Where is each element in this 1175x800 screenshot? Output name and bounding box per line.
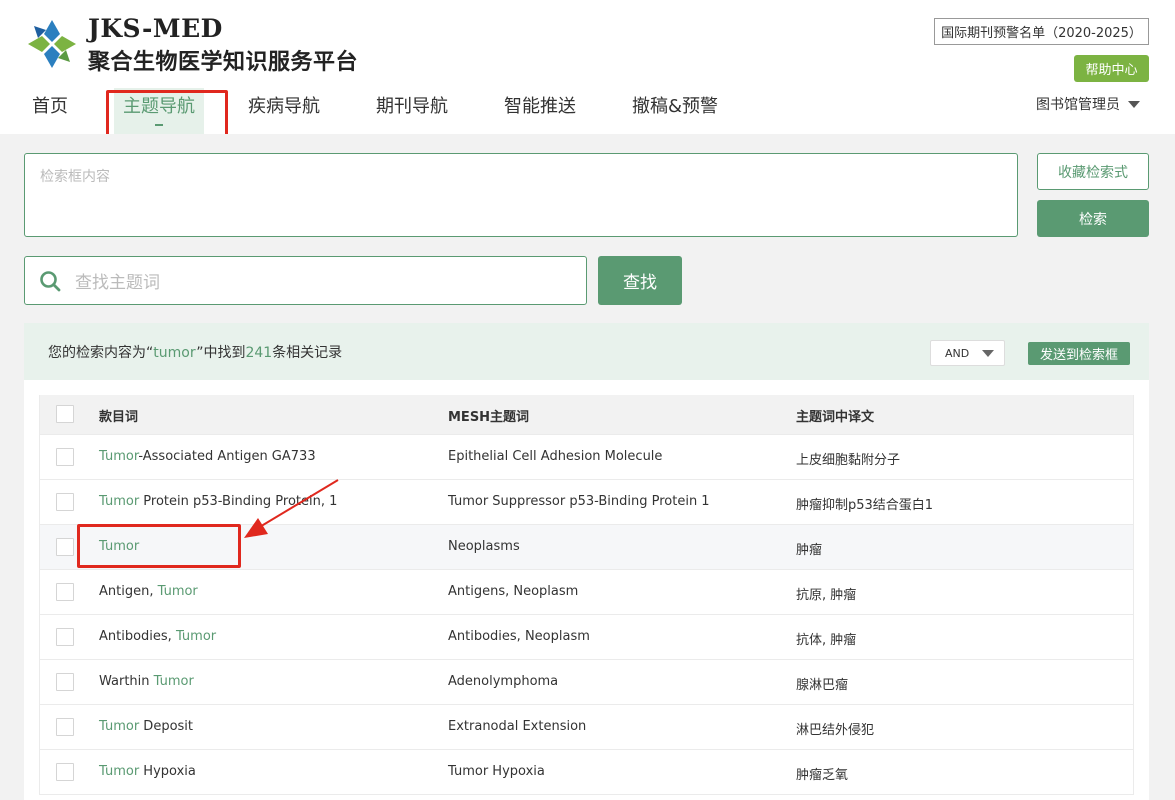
table-row[interactable]: Tumor Protein p53-Binding Protein, 1 Tumo…: [40, 480, 1133, 525]
table-header-row: 款目词 MESH主题词 主题词中译文: [40, 395, 1133, 435]
row-checkbox[interactable]: [56, 628, 74, 646]
entry-term[interactable]: Tumor Hypoxia: [99, 764, 196, 779]
operator-value: AND: [945, 346, 970, 360]
result-count: 241: [245, 345, 273, 361]
mesh-term: Adenolymphoma: [448, 674, 559, 689]
nav-item-home[interactable]: 首页: [32, 88, 68, 134]
row-checkbox[interactable]: [56, 538, 74, 556]
table-row[interactable]: Antigen, Tumor Antigens, Neoplasm 抗原, 肿瘤: [40, 570, 1133, 615]
chevron-down-icon: [982, 349, 994, 357]
find-button[interactable]: 查找: [598, 256, 682, 305]
nav-annotation-highlight: [106, 90, 228, 138]
mesh-term: Extranodal Extension: [448, 719, 587, 734]
query-textarea[interactable]: 检索框内容: [24, 153, 1018, 237]
chinese-translation: 肿瘤乏氧: [796, 768, 849, 783]
brand-name-en: JKS-MED: [88, 14, 223, 43]
row-checkbox[interactable]: [56, 493, 74, 511]
help-center-button[interactable]: 帮助中心: [1074, 55, 1149, 82]
nav-item-disease-navigation[interactable]: 疾病导航: [248, 88, 320, 134]
operator-select[interactable]: AND: [930, 340, 1005, 366]
user-menu[interactable]: 图书馆管理员: [1036, 94, 1140, 114]
user-name: 图书馆管理员: [1036, 97, 1120, 113]
table-row[interactable]: Antibodies, Tumor Antibodies, Neoplasm 抗体,…: [40, 615, 1133, 660]
search-button[interactable]: 检索: [1037, 200, 1149, 237]
chinese-translation: 淋巴结外侵犯: [796, 723, 875, 738]
results-table: 款目词 MESH主题词 主题词中译文 Tumor-Associated Anti…: [39, 395, 1134, 795]
nav-item-smart-push[interactable]: 智能推送: [504, 88, 576, 134]
send-to-search-box-button[interactable]: 发送到检索框: [1028, 342, 1130, 365]
search-icon: [40, 270, 61, 291]
query-placeholder: 检索框内容: [40, 169, 110, 185]
brand-name-cn: 聚合生物医学知识服务平台: [88, 50, 359, 75]
row-annotation-highlight: [77, 524, 241, 568]
select-all-checkbox[interactable]: [56, 405, 74, 423]
entry-term[interactable]: Antigen, Tumor: [99, 584, 198, 599]
mesh-term: Tumor Suppressor p53-Binding Protein 1: [448, 494, 710, 509]
entry-term[interactable]: Tumor-Associated Antigen GA733: [99, 449, 316, 464]
entry-term[interactable]: Tumor Protein p53-Binding Protein, 1: [99, 494, 337, 509]
row-checkbox[interactable]: [56, 718, 74, 736]
nav-item-retraction-warning[interactable]: 撤稿&预警: [632, 88, 718, 134]
save-query-button[interactable]: 收藏检索式: [1037, 153, 1149, 190]
nav-item-journal-navigation[interactable]: 期刊导航: [376, 88, 448, 134]
jks-med-logo-icon: [28, 20, 76, 68]
chinese-translation: 肿瘤: [796, 543, 823, 558]
chinese-translation: 上皮细胞黏附分子: [796, 453, 901, 468]
row-checkbox[interactable]: [56, 583, 74, 601]
mesh-term: Antibodies, Neoplasm: [448, 629, 590, 644]
row-checkbox[interactable]: [56, 673, 74, 691]
term-placeholder: 查找主题词: [75, 273, 160, 293]
column-header-mesh-term: MESH主题词: [448, 410, 530, 425]
entry-term[interactable]: Warthin Tumor: [99, 674, 194, 689]
chinese-translation: 抗原, 肿瘤: [796, 588, 857, 603]
chevron-down-icon: [1128, 100, 1140, 108]
entry-term[interactable]: Antibodies, Tumor: [99, 629, 216, 644]
entry-term[interactable]: Tumor Deposit: [99, 719, 193, 734]
mesh-term: Antigens, Neoplasm: [448, 584, 579, 599]
chinese-translation: 肿瘤抑制p53结合蛋白1: [796, 498, 934, 513]
term-search-input[interactable]: 查找主题词: [24, 256, 587, 305]
result-summary-bar: 您的检索内容为“tumor”中找到241条相关记录 AND 发送到检索框: [24, 323, 1149, 380]
mesh-term: Neoplasms: [448, 539, 520, 554]
result-summary: 您的检索内容为“tumor”中找到241条相关记录: [48, 345, 343, 361]
table-row[interactable]: Tumor Hypoxia Tumor Hypoxia 肿瘤乏氧: [40, 750, 1133, 795]
mesh-term: Epithelial Cell Adhesion Molecule: [448, 449, 663, 464]
chinese-translation: 腺淋巴瘤: [796, 678, 849, 693]
row-checkbox[interactable]: [56, 448, 74, 466]
chinese-translation: 抗体, 肿瘤: [796, 633, 857, 648]
row-checkbox[interactable]: [56, 763, 74, 781]
column-header-chinese-translation: 主题词中译文: [796, 410, 875, 425]
table-row[interactable]: Warthin Tumor Adenolymphoma 腺淋巴瘤: [40, 660, 1133, 705]
mesh-term: Tumor Hypoxia: [448, 764, 545, 779]
journal-warning-list-button[interactable]: 国际期刊预警名单（2020-2025）: [934, 18, 1149, 45]
result-keyword: tumor: [153, 345, 197, 361]
column-header-entry-term: 款目词: [99, 410, 139, 425]
table-row[interactable]: Tumor Deposit Extranodal Extension 淋巴结外侵犯: [40, 705, 1133, 750]
table-row[interactable]: Tumor-Associated Antigen GA733 Epithelial…: [40, 435, 1133, 480]
